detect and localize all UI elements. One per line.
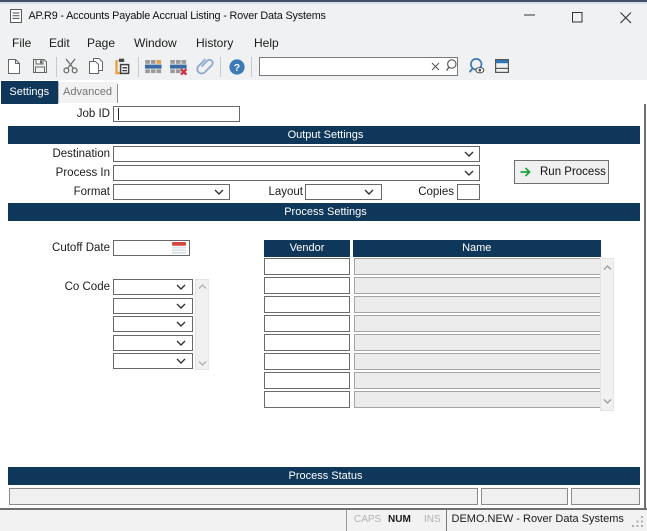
svg-text:?: ? xyxy=(234,62,240,74)
